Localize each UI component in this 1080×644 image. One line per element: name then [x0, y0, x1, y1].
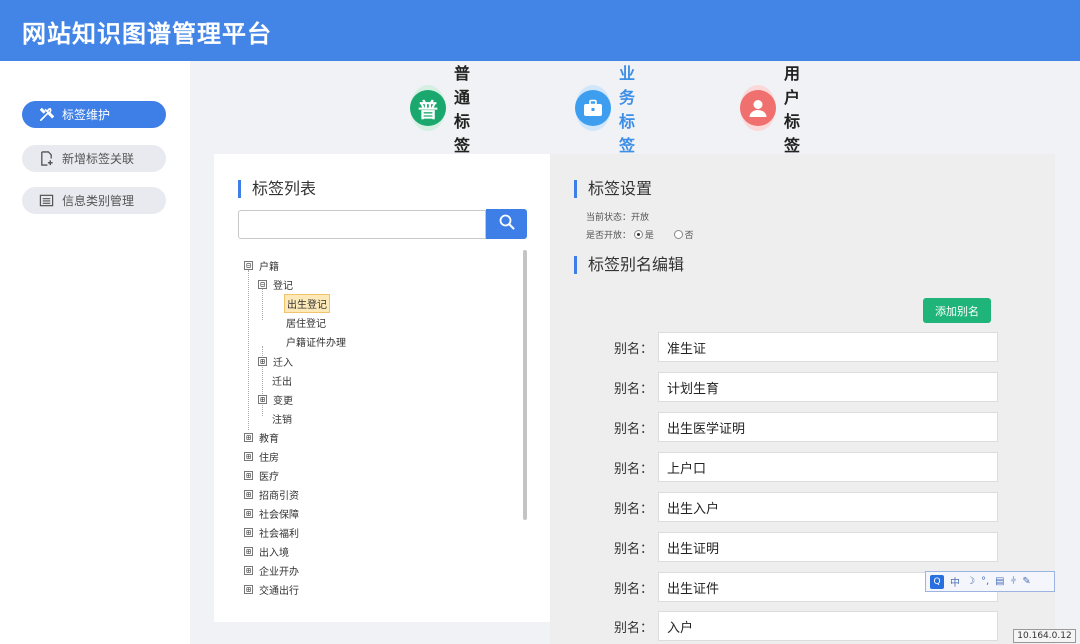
alias-row: 别名： 计划生育 — [614, 372, 998, 402]
sidebar-item-label: 信息类别管理 — [62, 194, 135, 208]
alias-row: 别名： 入户 — [614, 611, 998, 641]
briefcase-icon — [575, 85, 611, 131]
alias-input[interactable]: 出生入户 — [658, 492, 998, 522]
collapse-toggle-icon[interactable]: ⊟ — [258, 279, 267, 289]
tree-node[interactable]: ⊞ 变更 — [258, 390, 295, 408]
sidebar-item-info-category[interactable]: 信息类别管理 — [22, 187, 166, 214]
moon-icon[interactable]: ☽ — [966, 576, 975, 587]
expand-toggle-icon[interactable]: ⊞ — [244, 565, 253, 575]
tree-node[interactable]: ⊞ 社会福利 — [244, 523, 301, 541]
expand-toggle-icon[interactable]: ⊞ — [244, 527, 253, 537]
expand-toggle-icon[interactable]: ⊞ — [244, 451, 253, 461]
alias-row: 别名： 出生入户 — [614, 492, 998, 522]
keyboard-icon[interactable]: ▤ — [995, 576, 1004, 587]
tools-icon — [38, 107, 54, 123]
collapse-toggle-icon[interactable]: ⊟ — [244, 260, 253, 270]
expand-toggle-icon[interactable]: ⊞ — [244, 470, 253, 480]
alias-input[interactable]: 出生证明 — [658, 532, 998, 562]
status-value: 开放 — [631, 213, 650, 223]
tree-node[interactable]: ⊞ 住房 — [244, 447, 281, 465]
app-header: 网站知识图谱管理平台 — [0, 0, 1080, 61]
tab-business-tags[interactable]: 业务标签 — [575, 64, 645, 155]
tree-node[interactable]: ⊞ 出入境 — [244, 542, 291, 560]
alias-row: 别名： 准生证 — [614, 332, 998, 362]
alias-edit-title: 标签别名编辑 — [574, 256, 684, 274]
alias-input[interactable]: 出生医学证明 — [658, 412, 998, 442]
tag-search-input[interactable] — [238, 210, 486, 239]
radio-no[interactable] — [673, 230, 683, 239]
tree-node[interactable]: ⊞ 教育 — [244, 428, 281, 446]
tab-user-tags[interactable]: 用户标签 — [740, 64, 810, 155]
tree-node[interactable]: 居住登记 — [284, 313, 328, 331]
tree-node[interactable]: 迁出 — [270, 371, 294, 389]
ime-logo-icon[interactable]: Q — [930, 574, 944, 589]
list-icon — [38, 193, 54, 209]
alias-input[interactable]: 入户 — [658, 611, 998, 641]
sidebar-item-label: 新增标签关联 — [62, 152, 135, 166]
tree-node[interactable]: ⊞ 招商引资 — [244, 485, 301, 503]
app-title: 网站知识图谱管理平台 — [22, 19, 272, 48]
alias-input[interactable]: 计划生育 — [658, 372, 998, 402]
add-alias-button[interactable]: 添加别名 — [923, 298, 991, 323]
tree-node[interactable]: ⊞ 医疗 — [244, 466, 281, 484]
alias-row: 别名： 出生医学证明 — [614, 412, 998, 442]
alias-row: 别名： 上户口 — [614, 452, 998, 482]
expand-toggle-icon[interactable]: ⊞ — [244, 489, 253, 499]
user-icon — [740, 85, 776, 131]
normal-tag-icon: 普 — [410, 85, 446, 131]
sidebar-item-add-tag-relation[interactable]: 新增标签关联 — [22, 145, 166, 172]
tree-node[interactable]: 注销 — [270, 409, 294, 427]
expand-toggle-icon[interactable]: ⊞ — [244, 432, 253, 442]
tree-node[interactable]: 户籍证件办理 — [284, 332, 348, 350]
expand-toggle-icon[interactable]: ⊞ — [258, 356, 267, 366]
tree-node[interactable]: ⊞ 社会保障 — [244, 504, 301, 522]
tree-node-selected[interactable]: 出生登记 — [284, 293, 330, 313]
tab-label: 普通标签 — [454, 64, 471, 155]
tree-node[interactable]: ⊞ 迁入 — [258, 352, 295, 370]
ime-toolbar: Q 中 ☽ °, ▤ ⫩ ✎ — [925, 571, 1055, 592]
alias-row: 别名： 出生证明 — [614, 532, 998, 562]
alias-input[interactable]: 上户口 — [658, 452, 998, 482]
expand-toggle-icon[interactable]: ⊞ — [258, 394, 267, 404]
add-file-icon — [38, 151, 54, 167]
sidebar-item-tag-maintenance[interactable]: 标签维护 — [22, 101, 166, 128]
tree-node[interactable]: ⊟ 登记 — [258, 275, 295, 293]
ip-label: 10.164.0.12 — [1013, 629, 1076, 643]
wrench-icon[interactable]: ✎ — [1022, 576, 1030, 587]
tab-label: 用户标签 — [784, 64, 801, 155]
tree-scrollbar[interactable] — [523, 250, 527, 520]
search-button[interactable] — [486, 209, 527, 239]
tag-list-panel: 标签列表 ⊟ 户籍 ⊟ 登记 出生登记 居住登记 户籍证件办理 ⊞ 迁入 迁出 ⊞ 变更… — [214, 154, 550, 622]
tag-settings-title: 标签设置 — [574, 180, 652, 198]
tree-node[interactable]: ⊟ 户籍 — [244, 256, 281, 274]
radio-yes[interactable] — [633, 230, 643, 239]
alias-input[interactable]: 准生证 — [658, 332, 998, 362]
tree-node[interactable]: ⊞ 交通出行 — [244, 580, 301, 598]
punctuation-icon[interactable]: °, — [981, 576, 989, 587]
search-icon — [499, 214, 515, 234]
sidebar-item-label: 标签维护 — [62, 108, 111, 122]
current-status: 当前状态：开放 — [586, 213, 650, 223]
tag-list-title: 标签列表 — [238, 180, 316, 198]
sidebar: 标签维护 新增标签关联 信息类别管理 — [0, 61, 190, 644]
expand-toggle-icon[interactable]: ⊞ — [244, 508, 253, 518]
tools-icon[interactable]: ⫩ — [1011, 576, 1017, 587]
tab-normal-tags[interactable]: 普 普通标签 — [410, 64, 480, 155]
ime-mode[interactable]: 中 — [950, 574, 960, 589]
tab-label: 业务标签 — [619, 64, 636, 155]
open-option: 是否开放： 是 否 — [586, 230, 694, 241]
expand-toggle-icon[interactable]: ⊞ — [244, 546, 253, 556]
tree-node[interactable]: ⊞ 企业开办 — [244, 561, 301, 579]
tag-tree: ⊟ 户籍 ⊟ 登记 出生登记 居住登记 户籍证件办理 ⊞ 迁入 迁出 ⊞ 变更 注销 ⊞… — [244, 256, 522, 602]
expand-toggle-icon[interactable]: ⊞ — [244, 584, 253, 594]
